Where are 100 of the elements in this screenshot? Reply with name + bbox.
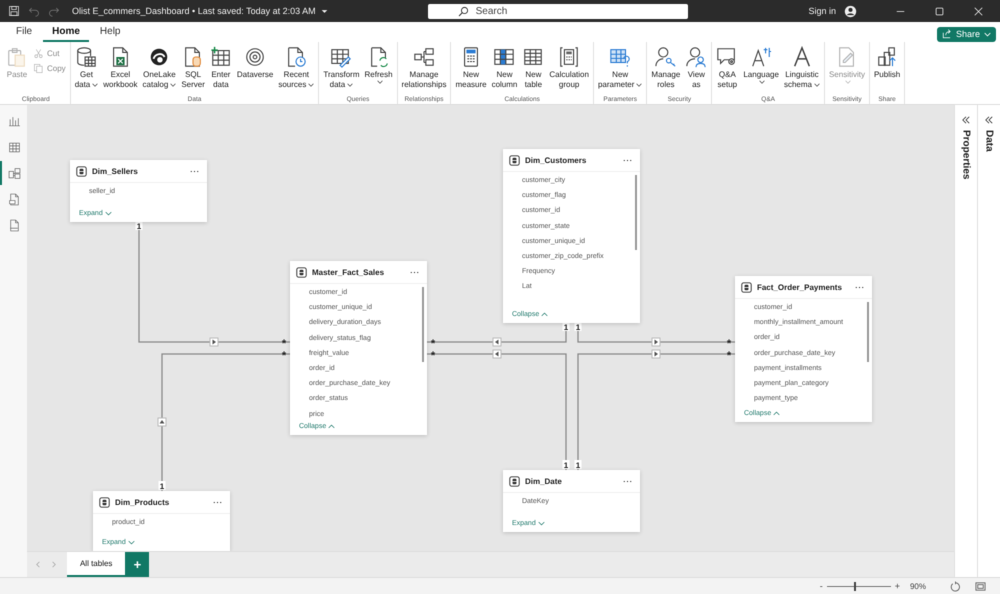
ribbon-button[interactable]: View as [683,45,710,91]
ribbon-button[interactable]: Excel workbook [101,45,140,91]
close-icon[interactable] [974,6,983,16]
chevron-down-icon [984,32,991,36]
zoom-in-button[interactable]: + [894,581,900,591]
relationship-connector[interactable]: 1 * [135,221,290,350]
more-icon[interactable] [622,158,632,162]
scissors-icon [33,48,44,59]
ribbon-button[interactable]: Language [741,45,781,85]
ribbon-button[interactable]: Q&A setup [714,45,740,91]
table-plus-icon [210,46,232,68]
table-name: Fact_Order_Payments [756,282,843,292]
ribbon-button[interactable]: New measure [453,45,489,91]
relationship-connector[interactable]: 1 * [157,350,290,491]
more-icon[interactable] [190,170,199,172]
ribbon-button[interactable]: Manage relationships [400,45,448,91]
cardinality-label: * [430,350,436,362]
ribbon-button[interactable]: Get data [72,45,100,91]
zoom-level: 90% [910,582,926,590]
share-button[interactable]: Share [936,26,996,42]
cardinality-label: * [430,338,436,350]
pane-title: Properties [960,130,972,180]
relationship-icon [412,46,435,68]
table-icon [508,154,520,166]
avatar-icon[interactable] [844,4,857,18]
cardinality-label: * [282,338,286,350]
person-key-icon [654,46,677,68]
table-name: Dim_Products [114,498,170,506]
relationship-connector[interactable]: 1 * [426,350,570,470]
database-icon [75,46,98,68]
layout-tab[interactable]: All tables [66,552,126,577]
ribbon-button[interactable]: Enter data [208,45,234,91]
ribbon-button[interactable]: Refresh [362,45,395,85]
person-icon [685,46,708,68]
font-icon [750,46,772,68]
cardinality-label: 1 [158,481,166,491]
ribbon-button[interactable]: Calculation group [547,45,591,91]
caret-icon[interactable] [320,8,328,14]
reset-icon[interactable] [950,580,961,592]
ribbon-button[interactable]: New column [490,45,520,91]
more-icon[interactable] [854,286,864,288]
table-icon [8,140,21,154]
table-pencil-icon [330,46,352,68]
table-icon [98,496,110,508]
table-icon [76,166,87,176]
ribbon-button[interactable]: Dataverse [234,45,276,81]
document-clock-icon [285,46,308,68]
table-name: Dim_Date [524,476,563,486]
expand-pane-icon [962,116,970,124]
zoom-out-button[interactable]: - [820,581,823,591]
document-icon [8,192,21,206]
maximize-icon[interactable] [935,6,944,16]
share-icon [942,29,952,39]
add-layout-button[interactable]: + [125,552,150,577]
table-icon [740,282,752,292]
search-icon [458,6,469,16]
undo-icon[interactable] [28,5,40,17]
ribbon-button[interactable]: OneLake catalog [140,45,178,91]
clipboard-icon [6,46,28,68]
scroll-bar[interactable] [422,287,424,362]
table-icon [296,266,307,278]
ribbon-button[interactable]: Publish [872,45,902,81]
table-name: Dim_Sellers [92,166,139,176]
document-icon [8,218,21,232]
cardinality-label: 1 [562,460,570,470]
redo-icon[interactable] [48,5,60,17]
cardinality-label: * [726,338,732,350]
ribbon-button[interactable]: New table [520,45,546,91]
expand-pane-icon [985,116,994,124]
cardinality-label: * [282,350,286,362]
ribbon-button[interactable]: Recent sources [276,45,316,91]
cardinality-label: * [726,350,732,362]
table-question-icon [609,46,632,68]
ribbon-button[interactable]: Linguistic schema [782,45,822,91]
sign-in-link[interactable]: Sign in [808,6,836,16]
more-icon[interactable] [410,270,419,274]
ribbon-tab[interactable]: Help [90,24,130,42]
fit-to-screen-icon[interactable] [975,580,986,592]
search-field[interactable]: Search [428,4,688,18]
relationship-connector[interactable]: 1 * [574,350,735,470]
pane-title: Data [984,130,995,152]
table-name: Master_Fact_Sales [312,268,386,276]
ribbon-button[interactable]: New parameter [596,45,644,91]
rings-icon [244,46,266,68]
table-icon [508,476,520,486]
ribbon-button[interactable]: Manage roles [649,45,682,91]
scroll-bar[interactable] [634,175,637,250]
more-icon[interactable] [212,500,222,504]
save-icon[interactable] [8,5,20,17]
publish-icon [876,46,898,68]
ribbon-button[interactable]: SQL Server [179,45,207,91]
ribbon-button[interactable]: Transform data [321,45,362,91]
scroll-bar[interactable] [866,302,869,362]
more-icon[interactable] [622,480,632,482]
ribbon-tab[interactable]: File [7,24,42,42]
bar-chart-icon [8,114,21,128]
table-icon [522,46,544,68]
copy-icon [33,63,44,74]
slider-thumb[interactable] [854,582,856,590]
model-icon [8,166,21,180]
